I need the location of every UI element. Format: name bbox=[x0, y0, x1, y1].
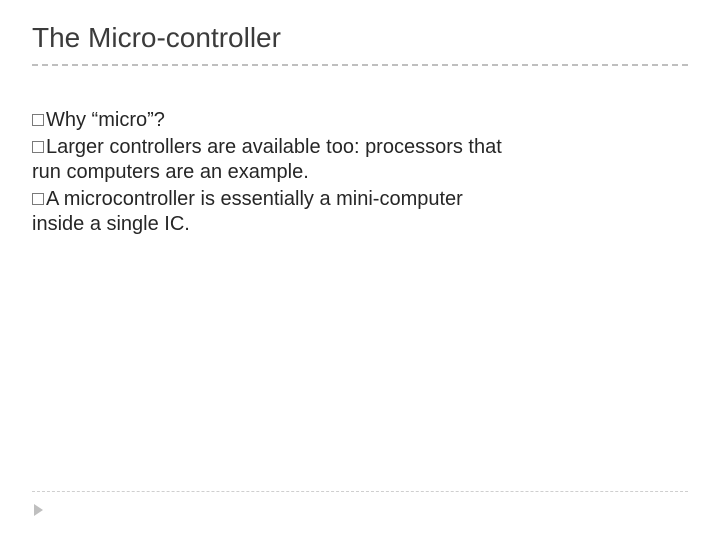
bullet-text-lead: Larger bbox=[46, 136, 104, 158]
bullet-item: Why “micro”? bbox=[32, 108, 672, 133]
bullet-text-cont: inside a single IC. bbox=[32, 212, 672, 237]
title-block: The Micro-controller bbox=[32, 22, 688, 66]
square-bullet-icon bbox=[32, 114, 44, 126]
footer-divider bbox=[32, 491, 688, 492]
bullet-text: controllers are available too: processor… bbox=[104, 136, 502, 158]
title-divider bbox=[32, 64, 688, 66]
bullet-text: “micro”? bbox=[86, 109, 165, 131]
arrow-right-icon bbox=[34, 504, 43, 516]
slide-body: Why “micro”? Larger controllers are avai… bbox=[32, 108, 672, 239]
slide: The Micro-controller Why “micro”? Larger… bbox=[0, 0, 720, 540]
slide-title: The Micro-controller bbox=[32, 22, 688, 64]
square-bullet-icon bbox=[32, 141, 44, 153]
square-bullet-icon bbox=[32, 193, 44, 205]
bullet-item: A microcontroller is essentially a mini-… bbox=[32, 187, 672, 237]
bullet-text: microcontroller is essentially a mini-co… bbox=[58, 188, 463, 210]
bullet-item: Larger controllers are available too: pr… bbox=[32, 135, 672, 185]
bullet-text-cont: run computers are an example. bbox=[32, 160, 672, 185]
bullet-text-lead: A bbox=[46, 188, 58, 210]
bullet-text-lead: Why bbox=[46, 109, 86, 131]
